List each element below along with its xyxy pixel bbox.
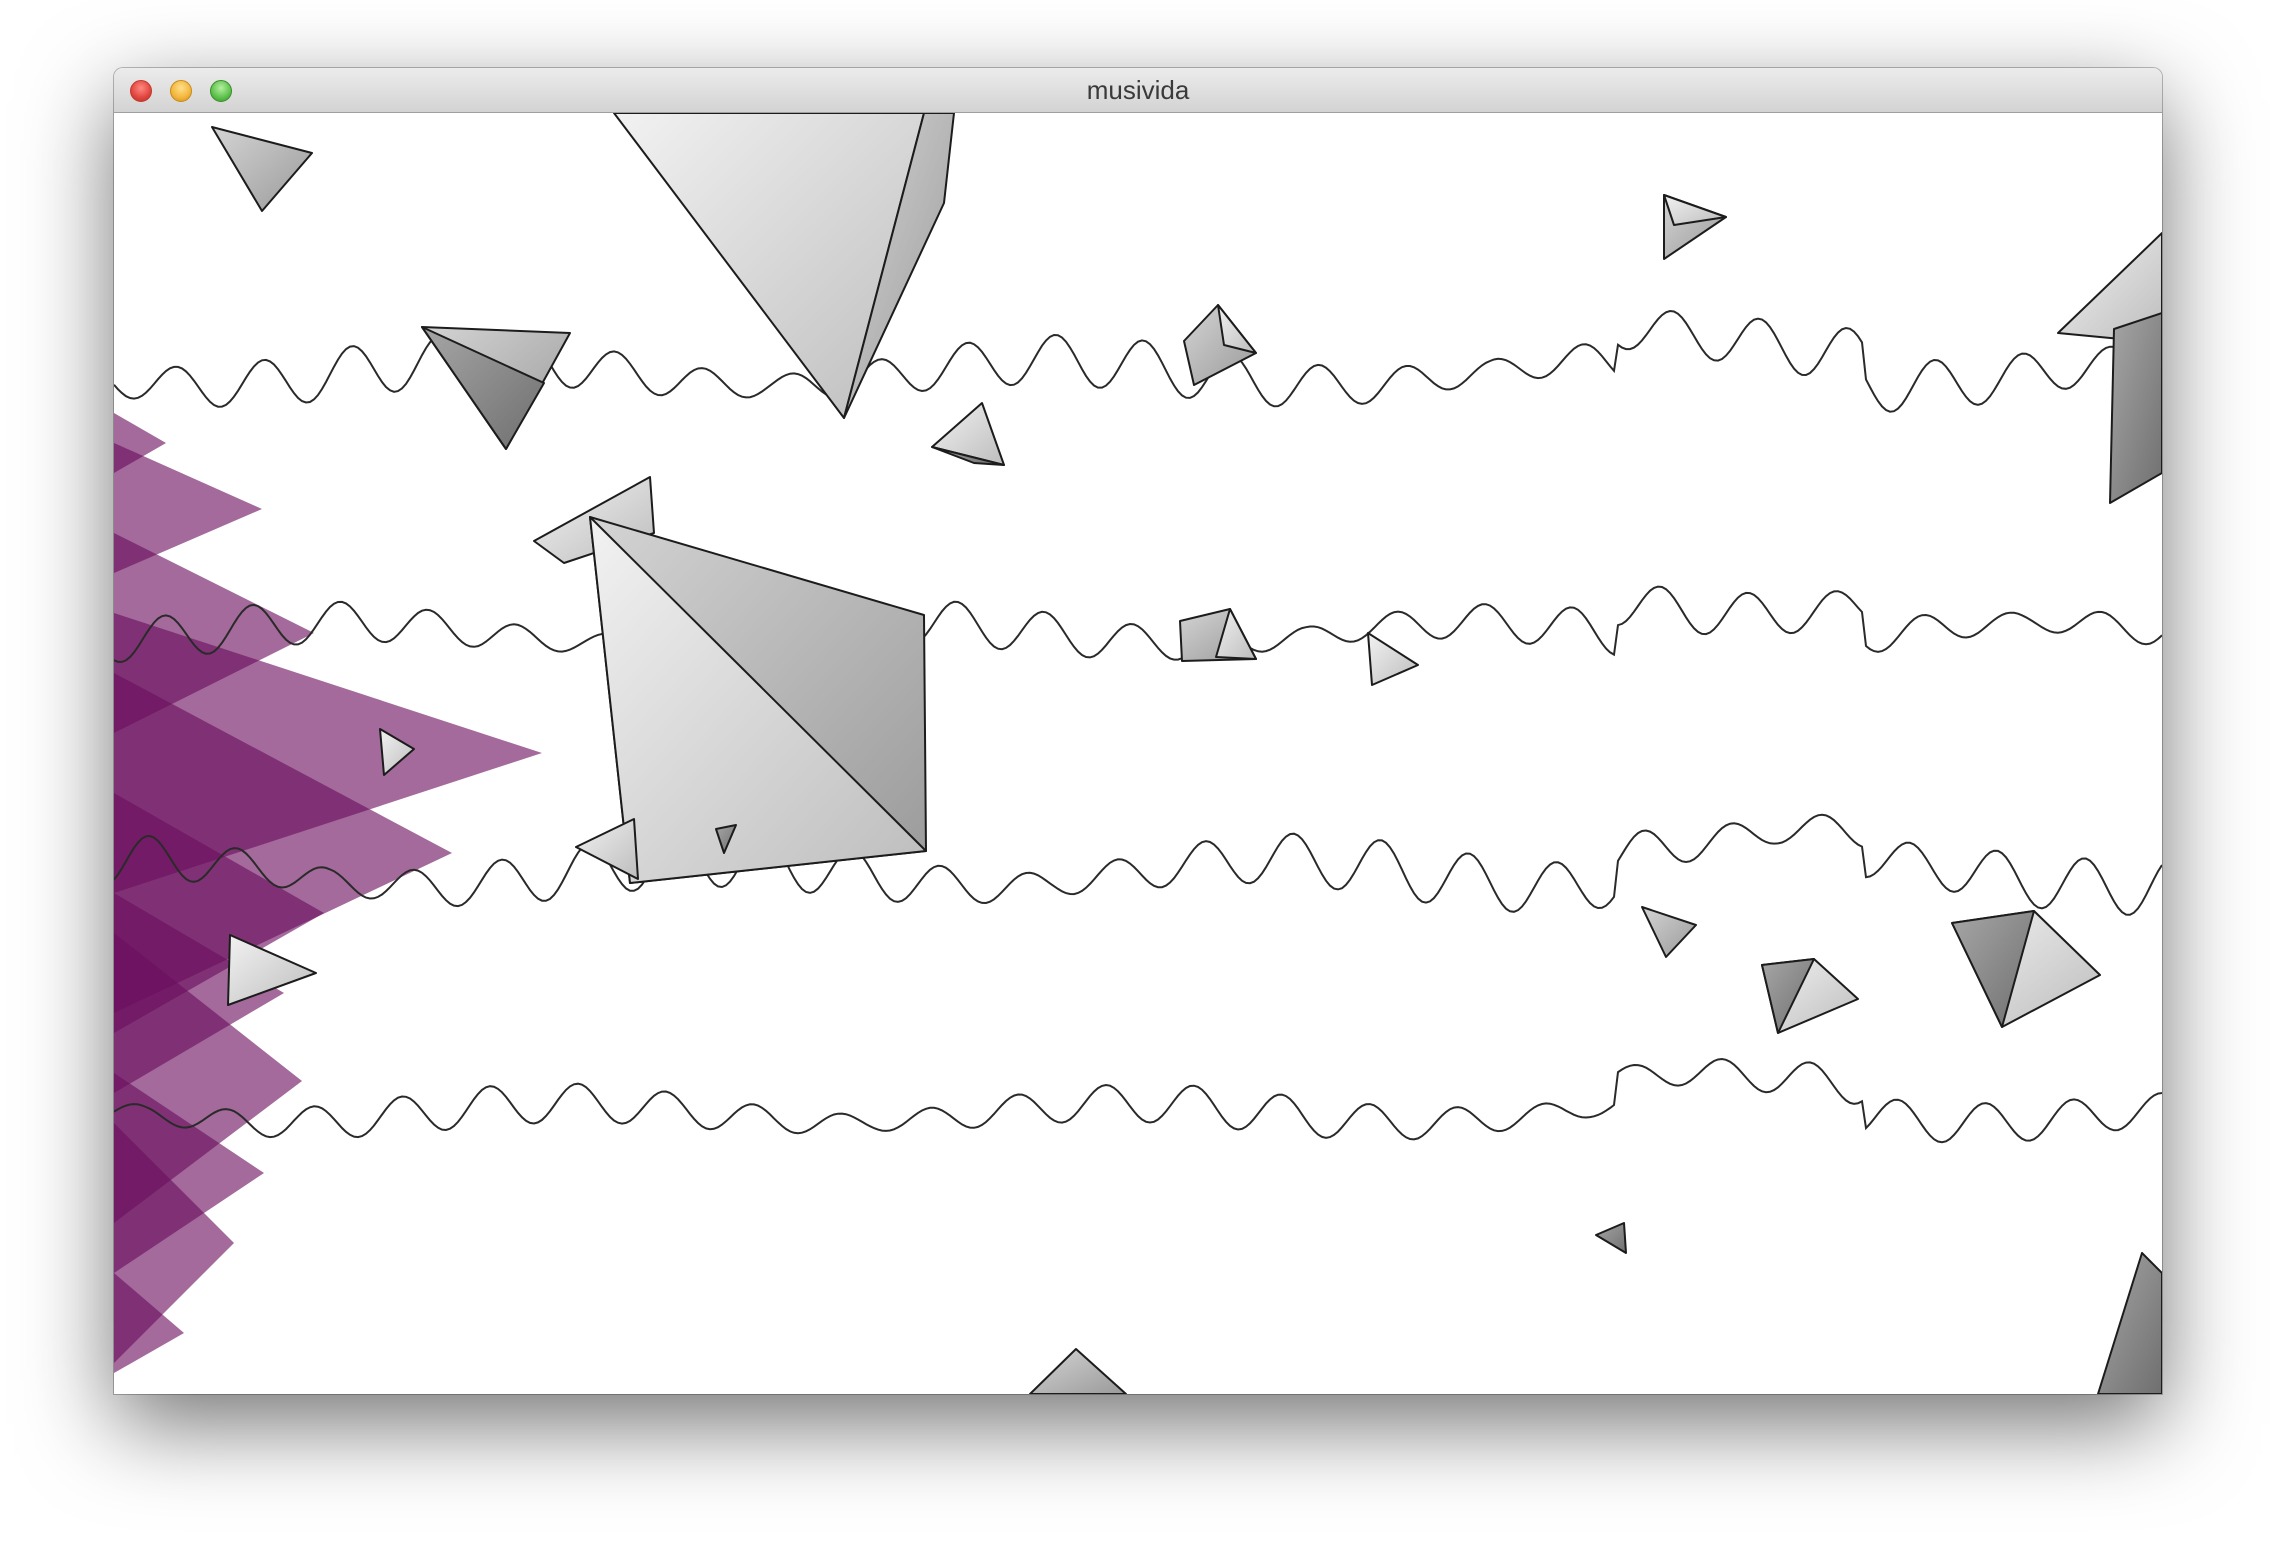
shape-bottom-center xyxy=(1029,1348,1127,1394)
purple-triangle-stack xyxy=(114,413,542,1373)
app-window: musivida xyxy=(114,68,2162,1394)
shape-bottom-tiny xyxy=(1595,1222,1627,1254)
waveform-1 xyxy=(114,309,2162,413)
window-title: musivida xyxy=(1086,75,1190,105)
shape-diamond-bottom-left xyxy=(575,818,639,880)
shape-top-left xyxy=(211,126,313,212)
shape-big-top xyxy=(613,113,925,419)
waveform-2 xyxy=(114,585,2162,663)
shape-mid-pyramid-2 xyxy=(1367,632,1419,686)
visualization-canvas[interactable] xyxy=(114,113,2162,1394)
shape-bottom-right xyxy=(2097,1252,2162,1394)
shape-right-lower-1 xyxy=(1641,906,1697,958)
title-bar[interactable]: musivida xyxy=(114,68,2162,113)
waveform-4 xyxy=(114,1057,2162,1144)
visualization-svg xyxy=(114,113,2162,1394)
